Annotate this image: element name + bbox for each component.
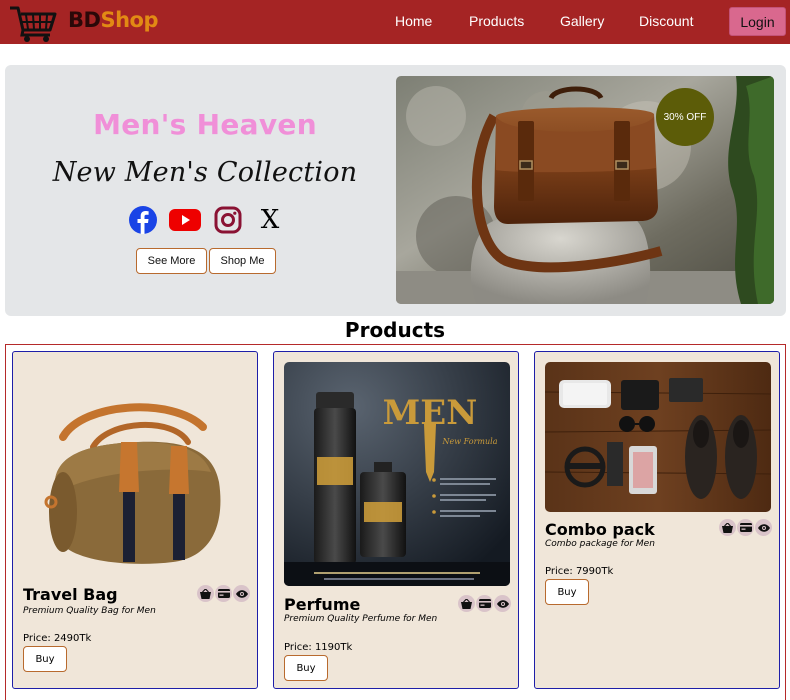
basket-icon[interactable] bbox=[719, 519, 736, 536]
product-card-combo-pack[interactable]: Combo pack Combo package for Men Price: … bbox=[534, 351, 780, 689]
card-icon[interactable] bbox=[215, 585, 232, 602]
product-name: Combo pack bbox=[545, 520, 655, 539]
nav-link-discount[interactable]: Discount bbox=[639, 13, 693, 29]
youtube-icon[interactable] bbox=[169, 204, 201, 236]
hero-bag-image bbox=[396, 76, 774, 304]
hero-title: Men's Heaven bbox=[93, 108, 317, 141]
eye-icon[interactable] bbox=[755, 519, 772, 536]
instagram-icon[interactable] bbox=[212, 204, 244, 236]
perfume-image: MEN New Formula bbox=[284, 362, 510, 586]
card-icon[interactable] bbox=[476, 595, 493, 612]
see-more-button[interactable]: See More bbox=[136, 248, 207, 274]
shop-me-button[interactable]: Shop Me bbox=[209, 248, 276, 274]
hero-banner: Men's Heaven New Men's Collection X See … bbox=[5, 65, 786, 316]
product-actions bbox=[197, 585, 250, 602]
basket-icon[interactable] bbox=[197, 585, 214, 602]
product-name: Perfume bbox=[284, 595, 361, 614]
x-icon[interactable]: X bbox=[254, 204, 286, 236]
eye-icon[interactable] bbox=[233, 585, 250, 602]
facebook-icon[interactable] bbox=[127, 204, 159, 236]
product-actions bbox=[719, 519, 772, 536]
combo-pack-image bbox=[545, 362, 771, 512]
travel-bag-image bbox=[23, 362, 249, 582]
product-description: Premium Quality Perfume for Men bbox=[284, 614, 438, 624]
products-grid: Travel Bag Premium Quality Bag for Men P… bbox=[5, 344, 786, 700]
product-price: Price: 7990Tk bbox=[545, 566, 614, 577]
cart-logo-icon[interactable] bbox=[8, 2, 60, 44]
product-price: Price: 2490Tk bbox=[23, 633, 92, 644]
discount-badge: 30% OFF bbox=[656, 88, 714, 146]
hero-subtitle: New Men's Collection bbox=[52, 157, 358, 188]
buy-button[interactable]: Buy bbox=[284, 655, 328, 681]
login-button[interactable]: Login bbox=[729, 7, 786, 36]
product-price: Price: 1190Tk bbox=[284, 642, 353, 653]
buy-button[interactable]: Buy bbox=[23, 646, 67, 672]
nav-link-products[interactable]: Products bbox=[469, 13, 524, 29]
perfume-art-tagline: New Formula bbox=[442, 437, 498, 446]
product-card-perfume[interactable]: MEN New Formula Perfume Premium Quality … bbox=[273, 351, 519, 689]
products-title: Products bbox=[344, 318, 446, 342]
eye-icon[interactable] bbox=[494, 595, 511, 612]
product-description: Premium Quality Bag for Men bbox=[23, 606, 156, 616]
nav-link-home[interactable]: Home bbox=[395, 13, 432, 29]
brand-part-2: Shop bbox=[100, 8, 158, 32]
product-name: Travel Bag bbox=[23, 585, 118, 604]
brand-name[interactable]: BDShop bbox=[68, 8, 158, 32]
brand-part-1: BD bbox=[68, 8, 101, 32]
nav-link-gallery[interactable]: Gallery bbox=[560, 13, 604, 29]
product-card-travel-bag[interactable]: Travel Bag Premium Quality Bag for Men P… bbox=[12, 351, 258, 689]
buy-button[interactable]: Buy bbox=[545, 579, 589, 605]
navbar: BDShop Home Products Gallery Discount Lo… bbox=[0, 0, 790, 44]
product-actions bbox=[458, 595, 511, 612]
basket-icon[interactable] bbox=[458, 595, 475, 612]
card-icon[interactable] bbox=[737, 519, 754, 536]
product-description: Combo package for Men bbox=[545, 539, 655, 549]
